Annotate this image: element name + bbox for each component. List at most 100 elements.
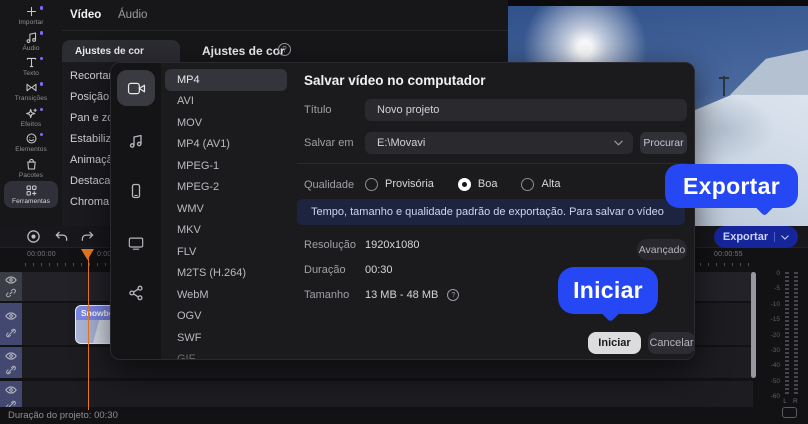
unlink-icon[interactable] [5,400,17,407]
meter-scale-label: -50 [770,377,780,385]
meter-channel-labels: L R [783,398,798,405]
sidebar-item-ferramentas[interactable]: Ferramentas [4,180,58,208]
meter-scale-label: -10 [770,300,780,308]
export-target-computer[interactable] [117,70,155,106]
quality-option-provisoria[interactable]: Provisória [365,177,434,191]
export-target-tv[interactable] [124,231,148,255]
eye-icon[interactable] [5,385,17,395]
format-item-mkv[interactable]: MKV [165,220,287,242]
quality-option-alta[interactable]: Alta [521,177,561,191]
sidebar-item-texto[interactable]: Texto [0,54,62,79]
eye-icon[interactable] [5,275,17,285]
tab-video[interactable]: Vídeo [70,9,101,21]
record-icon[interactable] [26,229,42,245]
format-item-ogv[interactable]: OGV [165,306,287,328]
export-button[interactable]: Exportar [714,226,798,248]
tools-icon [25,184,38,197]
format-item-avi[interactable]: AVI [165,91,287,113]
detail-value: 00:30 [365,263,393,276]
format-item-swf[interactable]: SWF [165,327,287,349]
format-item-webm[interactable]: WebM [165,284,287,306]
format-item-gif[interactable]: GIF [165,349,287,359]
help-icon[interactable]: ? [447,288,460,301]
quality-option-label: Alta [541,178,561,190]
sidebar-item-transicoes[interactable]: Transições [0,79,62,104]
format-item-flv[interactable]: FLV [165,241,287,263]
start-callout-tooltip: Iniciar [558,267,658,323]
format-list: MP4 AVI MOV MP4 (AV1) MPEG-1 MPEG-2 WMV MKV FLV M… [163,63,289,359]
export-details: Resolução 1920x1080 Duração 00:30 Tamanho 13 … [304,232,594,307]
new-badge-dot [39,132,43,137]
radio-icon [457,177,471,191]
new-badge-dot [39,31,43,35]
meter-scale-label: -40 [770,362,780,370]
unlink-icon[interactable] [5,365,17,375]
subtab-color-adjustments[interactable]: Ajustes de cor [62,40,180,62]
timeline-scrollbar[interactable] [751,272,756,378]
tab-audio[interactable]: Áudio [118,9,147,21]
plus-icon [25,5,38,18]
format-item-wmv[interactable]: WMV [165,198,287,220]
packages-icon [25,158,38,171]
detail-row-tamanho: Tamanho 13 MB - 48 MB? [304,282,594,307]
sidebar-item-efeitos[interactable]: Efeitos [0,105,62,130]
ski-lift-pole [719,76,729,96]
advanced-button[interactable]: Avançado [637,239,687,260]
sidebar-item-pacotes[interactable]: Pacotes [0,155,62,180]
export-target-audio[interactable] [124,129,148,153]
meter-column-right [794,272,798,394]
info-banner: Tempo, tamanho e qualidade padrão de exp… [297,199,685,225]
unlink-icon[interactable] [5,328,17,338]
new-badge-dot [39,6,43,10]
eye-icon[interactable] [5,311,17,321]
quality-option-label: Boa [477,178,498,190]
format-item-mp4-av1-[interactable]: MP4 (AV1) [165,134,287,156]
meter-column-left [785,272,789,394]
meter-scale-label: -15 [770,316,780,324]
new-badge-dot [39,107,43,112]
format-item-m2ts-h-264-[interactable]: M2TS (H.264) [165,263,287,285]
format-item-mov[interactable]: MOV [165,112,287,134]
ruler-ticks-left [25,263,109,266]
track-header-2 [0,303,22,345]
meter-scale-label: -60 [770,393,780,400]
chevron-down-icon [614,140,623,146]
detail-row-duracao: Duração 00:30 [304,257,594,282]
new-badge-dot [39,82,43,86]
quality-option-boa[interactable]: Boa [457,177,498,191]
start-export-button[interactable]: Iniciar [588,332,641,354]
cancel-button[interactable]: Cancelar [648,332,694,354]
browse-button[interactable]: Procurar [640,132,687,154]
detail-label: Tamanho [304,288,350,301]
sidebar-item-importar[interactable]: Importar [0,3,62,28]
help-icon[interactable]: ? [278,43,291,56]
meter-settings-icon[interactable] [782,407,797,418]
format-item-mpeg-1[interactable]: MPEG-1 [165,155,287,177]
format-item-mpeg-2[interactable]: MPEG-2 [165,177,287,199]
playhead-marker[interactable] [81,249,94,260]
track-header-3 [0,347,22,378]
detail-label: Resolução [304,238,356,251]
sidebar-item-audio[interactable]: Áudio [0,28,62,53]
meter-channel-r: R [793,398,798,405]
link-icon[interactable] [5,288,17,298]
save-path-select[interactable]: E:\Movavi [365,132,633,154]
new-badge-dot [39,56,43,61]
ruler-ticks-right [700,263,754,266]
title-input[interactable]: Novo projeto [365,99,687,121]
save-path-value: E:\Movavi [377,137,426,149]
meter-scale-label: -5 [774,285,780,293]
redo-icon[interactable] [80,229,96,245]
sidebar-item-label: Ferramentas [12,197,50,205]
sidebar-item-label: Áudio [22,44,40,52]
eye-icon[interactable] [5,351,17,361]
sidebar-item-elementos[interactable]: Elementos [0,130,62,155]
export-target-device[interactable] [124,179,148,203]
dialog-title: Salvar vídeo no computador [304,73,486,88]
undo-icon[interactable] [54,229,70,245]
radio-icon [521,177,535,191]
format-item-mp4[interactable]: MP4 [165,69,287,91]
export-target-share[interactable] [124,281,148,305]
text-icon [25,56,38,69]
chevron-down-icon [781,234,789,240]
